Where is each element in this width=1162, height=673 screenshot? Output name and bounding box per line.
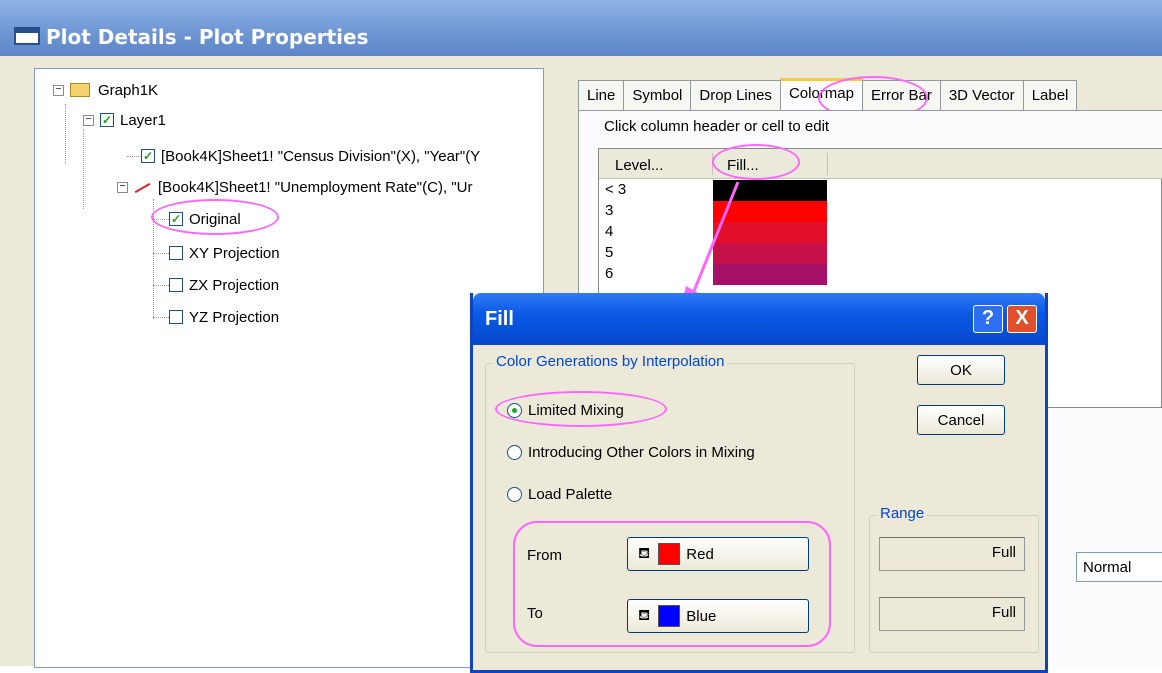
tree-item-yz-projection[interactable]: YZ Projection	[169, 304, 279, 330]
fill-cell[interactable]	[713, 180, 827, 201]
fill-cell[interactable]	[713, 222, 827, 243]
checkbox-checked[interactable]: ✓	[141, 149, 155, 163]
tree-item-label: Layer1	[120, 111, 166, 129]
tree-connector	[83, 129, 84, 209]
tree-connector	[153, 285, 169, 286]
checkbox-unchecked[interactable]	[169, 310, 183, 324]
radio-label: Load Palette	[528, 486, 613, 503]
folder-icon	[70, 83, 90, 97]
plot-tree-panel[interactable]: − Graph1K − ✓ Layer1 ✓ [Book4K]Sheet1! "…	[34, 68, 544, 668]
radio-limited-mixing[interactable]: Limited Mixing	[507, 402, 624, 419]
fill-dialog: Fill ? X Color Generations by Interpolat…	[470, 293, 1048, 673]
tree-item-unemployment-plot[interactable]: − [Book4K]Sheet1! "Unemployment Rate"(C)…	[117, 174, 472, 200]
help-button[interactable]: ?	[973, 305, 1003, 333]
tree-item-label: XY Projection	[189, 244, 280, 262]
main-titlebar[interactable]: Plot Details - Plot Properties	[0, 0, 1162, 56]
fill-dialog-titlebar[interactable]: Fill ? X	[473, 293, 1045, 345]
to-color-name: Blue	[686, 607, 717, 625]
radio-other-colors[interactable]: Introducing Other Colors in Mixing	[507, 444, 755, 461]
tree-item-label: Graph1K	[98, 81, 159, 99]
color-swatch	[658, 605, 681, 627]
tab-label[interactable]: Label	[1022, 80, 1078, 110]
to-label: To	[527, 605, 543, 622]
tree-item-xy-projection[interactable]: XY Projection	[169, 240, 280, 266]
tree-item-census-plot[interactable]: ✓ [Book4K]Sheet1! "Census Division"(X), …	[141, 143, 480, 169]
tree-connector	[153, 317, 169, 318]
paint-bucket-icon: ⛾	[638, 606, 651, 624]
from-color-name: Red	[686, 545, 714, 563]
from-color-button[interactable]: ⛾ Red	[627, 537, 809, 571]
radio-unselected[interactable]	[507, 445, 522, 460]
collapse-icon[interactable]: −	[83, 114, 94, 126]
to-color-button[interactable]: ⛾ Blue	[627, 599, 809, 633]
radio-label: Limited Mixing	[528, 402, 624, 419]
tree-item-original[interactable]: ✓ Original	[169, 206, 241, 232]
range-groupbox	[869, 515, 1039, 653]
tab-3d-vector[interactable]: 3D Vector	[939, 80, 1024, 110]
ok-button[interactable]: OK	[917, 355, 1005, 385]
tree-connector	[153, 219, 169, 220]
tree-connector	[65, 104, 66, 164]
radio-unselected[interactable]	[507, 487, 522, 502]
line-plot-icon	[134, 180, 150, 194]
paint-bucket-icon: ⛾	[638, 544, 651, 562]
fill-cell[interactable]	[713, 201, 827, 222]
tree-item-graph[interactable]: − Graph1K	[53, 77, 158, 103]
tab-colormap[interactable]: Colormap	[779, 78, 863, 110]
column-divider	[827, 153, 828, 175]
tree-connector	[153, 199, 154, 319]
level-cell[interactable]: 4	[605, 223, 613, 240]
tab-drop-lines[interactable]: Drop Lines	[690, 80, 781, 110]
range-to-field: Full	[879, 597, 1025, 631]
collapse-icon[interactable]: −	[117, 181, 128, 193]
close-button[interactable]: X	[1007, 305, 1037, 333]
level-cell[interactable]: < 3	[605, 181, 626, 198]
level-cell[interactable]: 5	[605, 244, 613, 261]
tab-symbol[interactable]: Symbol	[623, 80, 692, 110]
tree-item-label: YZ Projection	[189, 308, 280, 326]
tree-item-label: ZX Projection	[189, 276, 280, 294]
tree-item-label: [Book4K]Sheet1! "Census Division"(X), "Y…	[161, 147, 481, 165]
checkbox-checked[interactable]: ✓	[100, 113, 114, 127]
cancel-button[interactable]: Cancel	[917, 405, 1005, 435]
radio-selected[interactable]	[507, 403, 522, 418]
colormap-hint: Click column header or cell to edit	[604, 118, 830, 135]
normal-field[interactable]: Normal	[1076, 552, 1162, 582]
checkbox-unchecked[interactable]	[169, 278, 183, 292]
tree-connector	[153, 253, 169, 254]
range-from-field: Full	[879, 537, 1025, 571]
from-label: From	[527, 547, 562, 564]
collapse-icon[interactable]: −	[53, 84, 64, 96]
fill-column-header[interactable]: Fill...	[727, 157, 759, 174]
window-icon	[14, 27, 40, 45]
fill-cell[interactable]	[713, 264, 827, 285]
tree-connector	[127, 156, 141, 157]
level-cell[interactable]: 6	[605, 265, 613, 282]
radio-label: Introducing Other Colors in Mixing	[528, 444, 755, 461]
tab-line[interactable]: Line	[578, 80, 625, 110]
radio-load-palette[interactable]: Load Palette	[507, 486, 612, 503]
fill-dialog-title: Fill	[485, 308, 514, 330]
level-cell[interactable]: 3	[605, 202, 613, 219]
tree-item-label: [Book4K]Sheet1! "Unemployment Rate"(C), …	[158, 178, 473, 196]
range-title: Range	[877, 505, 928, 522]
checkbox-unchecked[interactable]	[169, 246, 183, 260]
level-column-header[interactable]: Level...	[615, 157, 663, 174]
column-divider	[712, 153, 713, 175]
groupbox-title: Color Generations by Interpolation	[493, 353, 728, 370]
tree-item-layer[interactable]: − ✓ Layer1	[83, 107, 166, 133]
fill-cell[interactable]	[713, 243, 827, 264]
grid-header: Level... Fill...	[599, 149, 1162, 179]
tab-error-bar[interactable]: Error Bar	[861, 80, 941, 110]
checkbox-checked[interactable]: ✓	[169, 212, 183, 226]
tree-item-zx-projection[interactable]: ZX Projection	[169, 272, 279, 298]
tab-strip: Line Symbol Drop Lines Colormap Error Ba…	[578, 78, 1078, 110]
color-swatch	[658, 543, 681, 565]
tree-item-label: Original	[189, 210, 241, 228]
main-window-title: Plot Details - Plot Properties	[46, 25, 369, 49]
